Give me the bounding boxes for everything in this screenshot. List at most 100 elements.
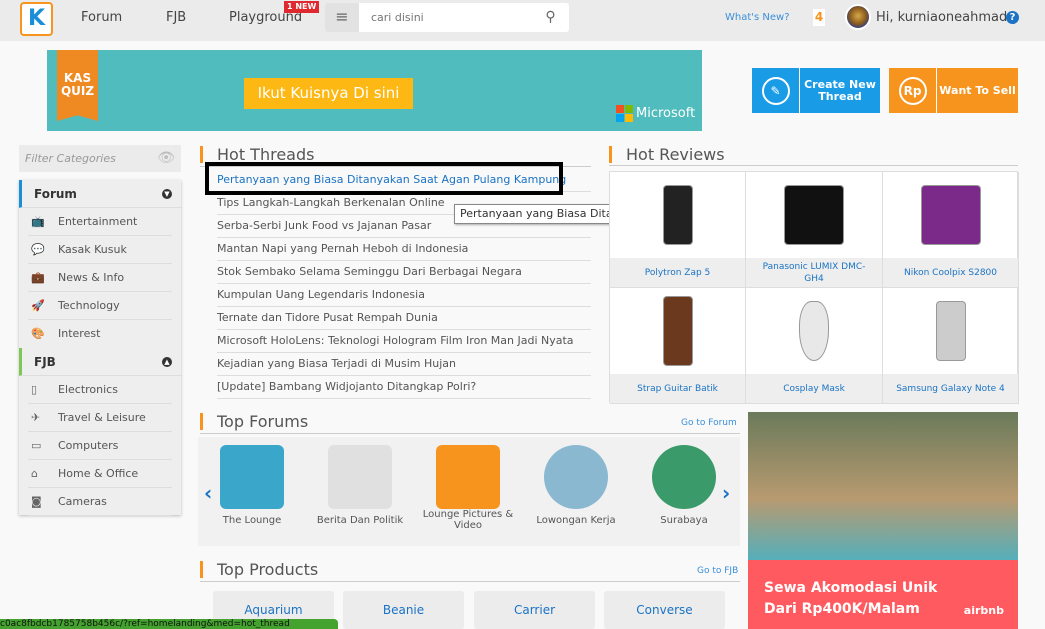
- kas-quiz-badge: KAS QUIZ: [57, 50, 98, 121]
- new-badge: 1 NEW: [284, 1, 320, 13]
- eye-icon[interactable]: 👁: [157, 150, 175, 166]
- forum-item[interactable]: The Lounge: [202, 445, 302, 526]
- product-image: [883, 172, 1018, 258]
- thread-link[interactable]: [Update] Bambang Widjojanto Ditangkap Po…: [217, 376, 591, 399]
- product-image: [883, 288, 1018, 374]
- menu-item-label: Interest: [58, 327, 101, 340]
- menu-item[interactable]: ✈ Travel & Leisure: [28, 404, 172, 432]
- search-icon[interactable]: ⚲: [532, 3, 569, 32]
- top-forums-title: Top Forums: [200, 413, 308, 430]
- device-icon: ▯: [31, 383, 38, 396]
- top-products-title: Top Products: [200, 561, 318, 578]
- menu-item[interactable]: 🎨 Interest: [28, 320, 172, 348]
- avatar[interactable]: [845, 4, 871, 30]
- whats-new-link[interactable]: What's New?: [725, 12, 790, 23]
- review-name: Samsung Galaxy Note 4: [883, 374, 1018, 403]
- quiz-banner[interactable]: KAS QUIZ Ikut Kuisnya Di sini Microsoft: [47, 50, 702, 131]
- product-image: [610, 172, 745, 258]
- chevron-down-icon[interactable]: ▼: [162, 189, 172, 199]
- menu-item[interactable]: 💼 News & Info: [28, 264, 172, 292]
- monitor-icon: ▭: [31, 439, 42, 452]
- forum-icon: [328, 445, 392, 509]
- brand-text: Microsoft: [636, 106, 696, 121]
- menu-group-forum[interactable]: Forum ▼: [19, 180, 181, 208]
- product-button[interactable]: Carrier: [474, 591, 595, 629]
- forum-item[interactable]: Lowongan Kerja: [526, 445, 626, 526]
- briefcase-icon: 💼: [31, 271, 45, 284]
- forum-name: Lounge Pictures & Video: [422, 509, 514, 531]
- nav-fjb[interactable]: FJB: [166, 10, 186, 25]
- review-name: Nikon Coolpix S2800: [883, 258, 1018, 287]
- create-thread-button[interactable]: ✎ Create New Thread: [752, 68, 880, 113]
- product-button[interactable]: Beanie: [343, 591, 464, 629]
- review-name: Strap Guitar Batik: [610, 374, 745, 403]
- notification-count[interactable]: 4: [813, 9, 825, 26]
- status-bar-url: c0ac8fbdcb1785758b456c/?ref=homelanding&…: [0, 619, 338, 629]
- thread-link[interactable]: Mantan Napi yang Pernah Heboh di Indones…: [217, 238, 591, 261]
- menu-item-label: Kasak Kusuk: [58, 243, 127, 256]
- thread-link[interactable]: Ternate dan Tidore Pusat Rempah Dunia: [217, 307, 591, 330]
- forum-item[interactable]: Surabaya: [634, 445, 734, 526]
- want-to-sell-button[interactable]: Rp Want To Sell: [889, 68, 1018, 113]
- menu-item[interactable]: ▯ Electronics: [28, 376, 172, 404]
- search-input[interactable]: [359, 3, 532, 32]
- filter-placeholder: Filter Categories: [25, 152, 116, 165]
- menu-item[interactable]: 📺 Entertainment: [28, 208, 172, 236]
- menu-item[interactable]: ◙ Cameras: [28, 488, 172, 516]
- quiz-cta-button[interactable]: Ikut Kuisnya Di sini: [244, 78, 413, 109]
- nav-forum[interactable]: Forum: [81, 10, 122, 25]
- rocket-icon: 🚀: [31, 299, 45, 312]
- top-bar: K Forum FJB Playground 1 NEW ≡ ⚲ What's …: [0, 0, 1045, 41]
- thread-link[interactable]: Kumpulan Uang Legendaris Indonesia: [217, 284, 591, 307]
- thread-link[interactable]: Microsoft HoloLens: Teknologi Hologram F…: [217, 330, 591, 353]
- pencil-icon: ✎: [761, 76, 790, 105]
- highlight-box: [205, 162, 563, 195]
- forum-name: Berita Dan Politik: [316, 515, 404, 526]
- kaskus-logo[interactable]: K: [20, 2, 53, 36]
- menu-icon[interactable]: ≡: [325, 3, 359, 32]
- forum-name: Lowongan Kerja: [536, 515, 616, 526]
- ad-text: Sewa Akomodasi Unik Dari Rp400K/Malam: [764, 580, 938, 617]
- help-icon[interactable]: ?: [1006, 11, 1019, 24]
- menu-item[interactable]: 🚀 Technology: [28, 292, 172, 320]
- plane-icon: ✈: [31, 411, 41, 424]
- menu-item-label: Home & Office: [58, 467, 139, 480]
- menu-item-label: Travel & Leisure: [58, 411, 146, 424]
- menu-item-label: News & Info: [58, 271, 125, 284]
- menu-item[interactable]: ▭ Computers: [28, 432, 172, 460]
- review-item[interactable]: Strap Guitar Batik: [610, 288, 746, 404]
- review-name: Cosplay Mask: [746, 374, 882, 403]
- thread-link[interactable]: Stok Sembako Selama Seminggu Dari Berbag…: [217, 261, 591, 284]
- user-greeting[interactable]: Hi, kurniaoneahmad: [876, 10, 1007, 25]
- go-to-fjb-link[interactable]: Go to FJB: [697, 566, 738, 576]
- menu-item[interactable]: ⌂ Home & Office: [28, 460, 172, 488]
- forum-icon: [652, 445, 716, 509]
- go-to-forum-link[interactable]: Go to Forum: [681, 418, 737, 428]
- thread-link[interactable]: Kejadian yang Biasa Terjadi di Musim Huj…: [217, 353, 591, 376]
- product-image: [610, 288, 745, 374]
- forum-item[interactable]: Lounge Pictures & Video: [418, 445, 518, 531]
- review-item[interactable]: Samsung Galaxy Note 4: [883, 288, 1019, 404]
- forum-icon: [544, 445, 608, 509]
- review-item[interactable]: Cosplay Mask: [746, 288, 883, 404]
- product-image: [746, 288, 882, 374]
- hot-reviews-grid: Polytron Zap 5 Panasonic LUMIX DMC-GH4 Nik…: [609, 171, 1019, 404]
- review-name: Panasonic LUMIX DMC-GH4: [746, 258, 882, 287]
- menu-group-fjb[interactable]: FJB ▲: [19, 348, 181, 376]
- airbnb-ad[interactable]: Sewa Akomodasi Unik Dari Rp400K/Malam air…: [748, 412, 1018, 629]
- menu-item[interactable]: 💬 Kasak Kusuk: [28, 236, 172, 264]
- category-menu: Forum ▼ 📺 Entertainment 💬 Kasak Kusuk 💼 News & …: [19, 180, 181, 516]
- product-button[interactable]: Converse: [604, 591, 725, 629]
- forum-item[interactable]: Berita Dan Politik: [310, 445, 410, 526]
- divider: [200, 433, 740, 434]
- review-item[interactable]: Panasonic LUMIX DMC-GH4: [746, 172, 883, 288]
- menu-item-label: Entertainment: [58, 215, 138, 228]
- review-name: Polytron Zap 5: [610, 258, 745, 287]
- review-item[interactable]: Nikon Coolpix S2800: [883, 172, 1019, 288]
- filter-categories-input[interactable]: Filter Categories 👁: [19, 145, 181, 172]
- chevron-up-icon[interactable]: ▲: [162, 357, 172, 367]
- divider: [609, 165, 1018, 166]
- airbnb-logo: airbnb: [963, 604, 1004, 617]
- review-item[interactable]: Polytron Zap 5: [610, 172, 746, 288]
- tv-icon: 📺: [31, 215, 45, 228]
